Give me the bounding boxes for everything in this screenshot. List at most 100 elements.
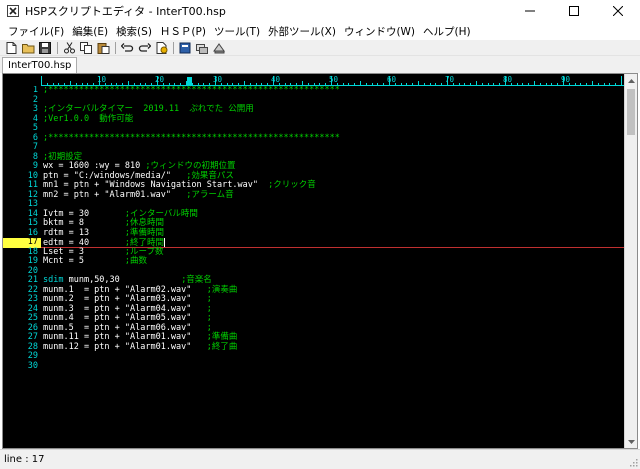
help-book-icon: [179, 42, 190, 53]
code-line[interactable]: 28 munm.12 = ptn + "Alarm01.wav" ;終了曲: [3, 341, 625, 353]
code-token: mn2 = ptn + "Alarm01.wav": [43, 189, 187, 200]
tab-strip: InterT00.hsp: [0, 56, 640, 73]
code-comment: ;アラーム音: [186, 189, 234, 200]
code-comment: ;準備曲: [206, 332, 238, 342]
ruler-label-10: 10: [97, 75, 107, 84]
code-text: ;***************************************…: [41, 86, 340, 96]
ruler-label-90: 90: [561, 75, 571, 84]
menu-external-tools[interactable]: 外部ツール(X): [264, 24, 340, 39]
code-comment: ;***************************************…: [43, 132, 340, 143]
code-token: munm.4 = ptn + "Alarm05.wav": [43, 313, 207, 323]
scroll-down-button[interactable]: [625, 435, 637, 448]
open-folder-icon: [21, 43, 34, 53]
code-comment: ;Ver1.0.0 動作可能: [43, 113, 134, 124]
code-token: munm.12 = ptn + "Alarm01.wav": [43, 341, 207, 352]
status-bar: line : 17: [0, 449, 640, 469]
code-comment: ;ウィンドウの初期位置: [145, 161, 236, 171]
open-button[interactable]: [20, 41, 36, 55]
menu-search[interactable]: 検索(S): [112, 24, 156, 39]
code-token: Ivtm = 30: [43, 208, 125, 219]
code-comment: ;: [206, 294, 212, 304]
copy-icon: [79, 41, 92, 54]
title-bar: HSPスクリプトエディタ - InterT00.hsp: [0, 0, 640, 22]
menu-help[interactable]: ヘルプ(H): [419, 24, 475, 39]
code-keyword: sdim: [43, 275, 64, 285]
code-token: Lset = 3: [43, 246, 125, 257]
code-token: munm.1 = ptn + "Alarm02.wav": [43, 284, 207, 295]
code-text: Mcnt = 5 ;曲数: [41, 256, 147, 267]
undo-button[interactable]: [119, 41, 135, 55]
code-text: munm.12 = ptn + "Alarm01.wav" ;終了曲: [41, 341, 237, 353]
paste-button[interactable]: [95, 41, 111, 55]
toolbar: [0, 40, 640, 56]
status-line-indicator: line : 17: [4, 454, 45, 465]
help-button[interactable]: [177, 41, 193, 55]
resize-grip-icon[interactable]: [628, 457, 638, 467]
code-line[interactable]: 6 ;**************************************…: [3, 132, 625, 144]
code-text: ;***************************************…: [41, 132, 340, 144]
menu-tools[interactable]: ツール(T): [210, 24, 264, 39]
vertical-scrollbar[interactable]: [624, 74, 637, 448]
compile-icon: [195, 43, 208, 54]
code-lines[interactable]: 1 ;**************************************…: [3, 86, 625, 448]
menu-file[interactable]: ファイル(F): [4, 24, 68, 39]
code-comment: ;インターバル時間: [124, 208, 198, 219]
menu-hsp[interactable]: ＨＳＰ(P): [156, 24, 210, 39]
toolbar-separator: [173, 41, 174, 54]
code-line[interactable]: 7: [3, 142, 625, 153]
code-text: rdtm = 13 ;準備時間: [41, 227, 165, 239]
scroll-up-button[interactable]: [625, 74, 637, 87]
code-editor[interactable]: 10 20 30 40 50 60 70 80 90 1 ;***********…: [2, 73, 638, 449]
code-comment: ;クリック音: [268, 180, 316, 190]
toolbar-separator: [115, 41, 116, 54]
code-line[interactable]: 12 mn2 = ptn + "Alarm01.wav" ;アラーム音: [3, 189, 625, 201]
code-token: munm,50,30: [63, 275, 182, 285]
maximize-button[interactable]: [552, 0, 596, 22]
code-comment: ;***************************************…: [43, 86, 340, 95]
compile-button[interactable]: [194, 41, 210, 55]
code-token: wx = 1600 :wy = 810: [43, 161, 146, 171]
minimize-button[interactable]: [508, 0, 552, 22]
code-token: munm.2 = ptn + "Alarm03.wav": [43, 294, 207, 304]
menu-window[interactable]: ウィンドウ(W): [340, 24, 419, 39]
app-icon[interactable]: [7, 5, 19, 17]
code-line[interactable]: 16 rdtm = 13 ;準備時間: [3, 227, 625, 239]
code-line[interactable]: 29: [3, 351, 625, 362]
window-controls: [508, 0, 640, 22]
ruler-cursor-marker: [187, 77, 192, 85]
code-comment: ;インターバルタイマー 2019.11 ぷれでた 公開用: [43, 104, 254, 114]
close-button[interactable]: [596, 0, 640, 22]
run-button[interactable]: [153, 41, 169, 55]
code-line[interactable]: 1 ;**************************************…: [3, 86, 625, 96]
tab-interT00-hsp[interactable]: InterT00.hsp: [2, 57, 78, 73]
maximize-icon: [569, 6, 579, 16]
code-line[interactable]: 19 Mcnt = 5 ;曲数: [3, 256, 625, 267]
code-token: Mcnt = 5: [43, 256, 125, 266]
column-ruler: 10 20 30 40 50 60 70 80 90: [41, 75, 625, 86]
code-line[interactable]: 4 ;Ver1.0.0 動作可能: [3, 113, 625, 125]
code-comment: ;: [206, 313, 212, 323]
code-comment: ;演奏曲: [206, 284, 238, 295]
code-comment: ;: [206, 303, 212, 314]
redo-button[interactable]: [136, 41, 152, 55]
new-file-icon: [6, 41, 16, 54]
scroll-thumb[interactable]: [627, 89, 635, 135]
code-token: munm.5 = ptn + "Alarm06.wav": [43, 322, 207, 333]
code-comment: ;: [206, 322, 212, 333]
copy-button[interactable]: [78, 41, 94, 55]
code-comment: ;準備時間: [124, 227, 165, 238]
menu-edit[interactable]: 編集(E): [68, 24, 112, 39]
save-button[interactable]: [37, 41, 53, 55]
code-comment: ;音楽名: [181, 275, 212, 285]
debug-icon: [212, 42, 225, 53]
ruler-label-70: 70: [445, 75, 455, 84]
cut-button[interactable]: [61, 41, 77, 55]
ruler-label-20: 20: [155, 75, 165, 84]
menu-bar: ファイル(F) 編集(E) 検索(S) ＨＳＰ(P) ツール(T) 外部ツール(…: [0, 22, 640, 40]
new-file-button[interactable]: [3, 41, 19, 55]
code-comment: ;ループ数: [124, 246, 164, 257]
code-line[interactable]: 30: [3, 361, 625, 372]
debug-button[interactable]: [211, 41, 227, 55]
chevron-up-icon: [627, 78, 635, 83]
